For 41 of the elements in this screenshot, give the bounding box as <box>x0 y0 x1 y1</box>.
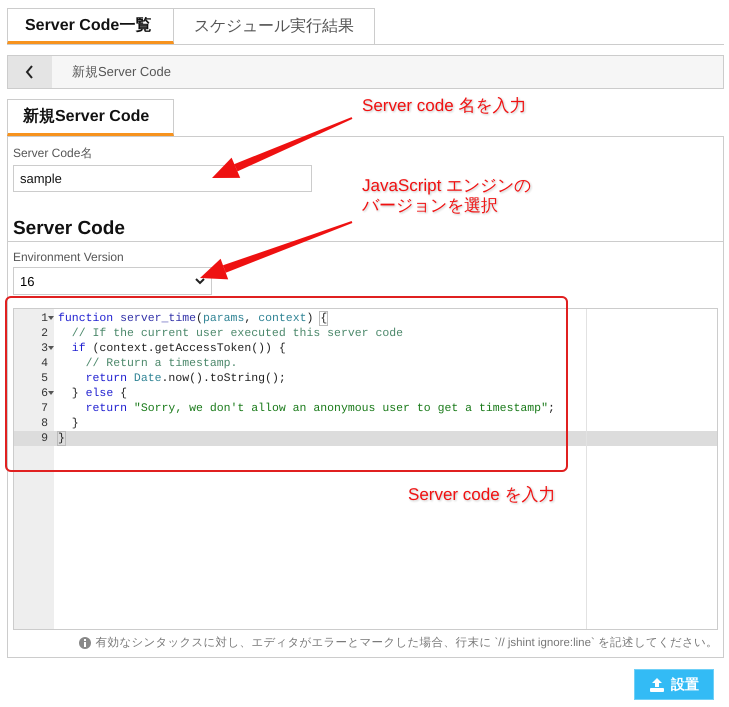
annotation-text: Server code を入力 <box>408 485 556 505</box>
fold-icon[interactable] <box>48 316 54 321</box>
back-button[interactable] <box>8 56 52 88</box>
line-number: 5 <box>41 372 48 385</box>
code-line: return "Sorry, we don't allow an anonymous user to get a timestamp"; <box>84 402 555 415</box>
annotation-text: JavaScript エンジンの <box>362 176 532 196</box>
code-line: if (context.getAccessToken()) { <box>70 342 286 355</box>
input-field[interactable]: sample <box>13 165 312 192</box>
code-line: // If the current user executed this server code <box>70 327 404 340</box>
line-number: 2 <box>41 327 48 340</box>
code-line: function server_time(params, context) { <box>58 312 328 325</box>
breadcrumb-title: 新規Server Code <box>72 63 171 81</box>
code-editor[interactable] <box>13 308 718 630</box>
code-line: } <box>58 432 65 445</box>
fold-icon[interactable] <box>48 346 54 351</box>
version-select[interactable]: 16 <box>13 267 212 295</box>
line-number: 4 <box>41 357 48 370</box>
line-number: 1 <box>41 312 48 325</box>
code-line: // Return a timestamp. <box>84 357 238 370</box>
section-title: Server Code <box>13 218 125 240</box>
field-label: Server Code名 <box>13 145 94 162</box>
line-number: 6 <box>41 387 48 400</box>
chevron-icon <box>195 278 205 284</box>
tab[interactable]: Server Code一覧 <box>7 8 174 44</box>
line-number: 7 <box>41 402 48 415</box>
info-icon <box>79 636 92 648</box>
line-number: 9 <box>41 432 48 445</box>
annotation-text: バージョンを選択 <box>362 196 499 216</box>
upload-icon <box>649 678 665 692</box>
code-line: } <box>70 417 79 430</box>
field-label: Environment Version <box>13 250 125 264</box>
back-icon <box>25 65 35 79</box>
hint-text: 有効なシンタックスに対し、エディタがエラーとマークした場合、行末に `// jshint ignore:line` を記述してください。 <box>95 635 718 650</box>
tab[interactable]: 新規Server Code <box>7 99 174 136</box>
code-line: return Date.now().toString(); <box>84 372 286 385</box>
tab[interactable]: スケジュール実行結果 <box>174 8 375 44</box>
line-number: 8 <box>41 417 48 430</box>
fold-icon[interactable] <box>48 391 54 396</box>
code-line: } else { <box>70 387 128 400</box>
line-number: 3 <box>41 342 48 355</box>
annotation-text: Server code 名を入力 <box>362 96 526 116</box>
